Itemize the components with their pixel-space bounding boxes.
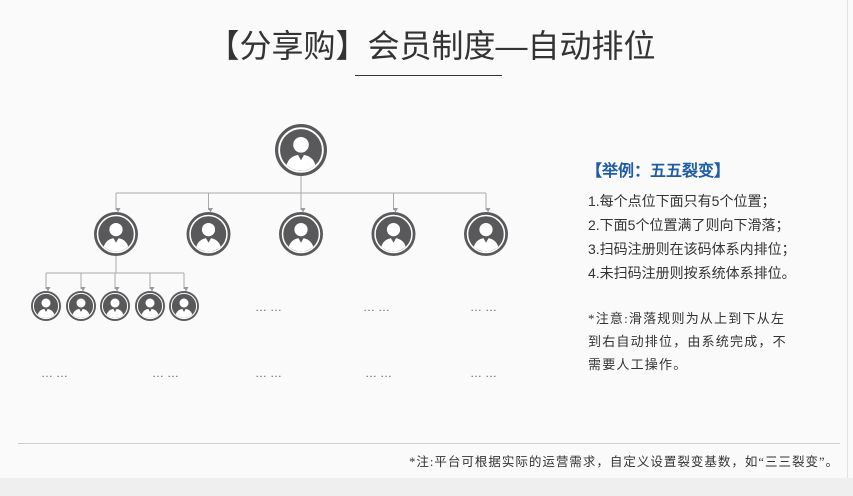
footer-divider [18,443,840,444]
level2-ellipsis: …… [363,300,393,314]
level1-member-avatar [279,212,323,256]
level1-member-avatar [187,212,231,256]
level2-member-avatar [66,291,96,321]
level1-member-avatar [94,212,138,256]
note-line: 到右自动排位，由系统完成，不 [588,334,787,349]
level2-member-avatar [135,291,165,321]
bottom-band [0,478,853,496]
root-member-avatar [275,124,327,176]
rule-item: 3.扫码注册则在该码体系内排位； [588,241,796,257]
example-panel: 【举例：五五裂变】 1.每个点位下面只有5个位置； 2.下面5个位置满了则向下滑… [586,160,838,376]
slide-rule-note: *注意:滑落规则为从上到下从左 到右自动排位，由系统完成，不 需要人工操作。 [588,307,838,376]
level1-member-avatar [372,212,416,256]
level2-ellipsis: …… [255,300,285,314]
level2-member-avatar [169,291,199,321]
level1-member-avatar [464,212,508,256]
level2-member-avatar [31,291,61,321]
level3-ellipsis: …… [365,366,395,380]
level2-ellipsis: …… [470,300,500,314]
example-heading: 【举例：五五裂变】 [586,163,731,180]
footer-note: *注:平台可根据实际的运营需求，自定义设置裂变基数，如“三三裂变”。 [409,455,839,469]
level3-ellipsis: …… [470,366,500,380]
level3-ellipsis: …… [152,366,182,380]
rule-item: 2.下面5个位置满了则向下滑落； [588,217,790,233]
member-tree-diagram [0,0,560,400]
level3-ellipsis: …… [255,366,285,380]
level2-member-avatar [100,291,130,321]
rule-item: 4.未扫码注册则按系统体系排位。 [588,265,796,281]
note-line: *注意:滑落规则为从上到下从左 [588,311,786,326]
level3-ellipsis: …… [41,366,71,380]
note-line: 需要人工操作。 [588,357,688,372]
rule-list: 1.每个点位下面只有5个位置； 2.下面5个位置满了则向下滑落； 3.扫码注册则… [588,189,838,285]
right-edge-border [847,0,848,478]
rule-item: 1.每个点位下面只有5个位置； [588,193,776,209]
